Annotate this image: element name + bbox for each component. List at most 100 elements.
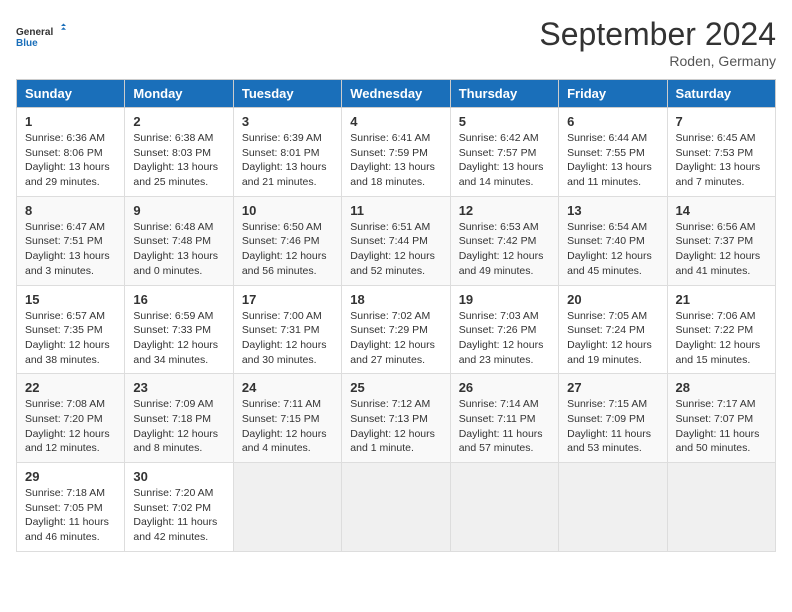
day-number: 25 (350, 380, 441, 395)
cell-detail: Sunset: 7:57 PM (459, 147, 537, 159)
calendar-header-row: SundayMondayTuesdayWednesdayThursdayFrid… (17, 80, 776, 108)
cell-detail: Sunset: 7:18 PM (133, 413, 211, 425)
day-number: 29 (25, 469, 116, 484)
cell-detail: Sunrise: 6:50 AM (242, 221, 322, 233)
column-header-friday: Friday (559, 80, 667, 108)
cell-detail: Sunrise: 6:41 AM (350, 132, 430, 144)
cell-detail: Daylight: 12 hours and 49 minutes. (459, 250, 544, 277)
day-number: 28 (676, 380, 767, 395)
cell-detail: Daylight: 12 hours and 34 minutes. (133, 339, 218, 366)
cell-detail: Sunset: 7:40 PM (567, 235, 645, 247)
cell-detail: Sunrise: 6:56 AM (676, 221, 756, 233)
day-number: 10 (242, 203, 333, 218)
calendar-cell: 30Sunrise: 7:20 AMSunset: 7:02 PMDayligh… (125, 463, 233, 552)
cell-detail: Sunrise: 7:08 AM (25, 398, 105, 410)
day-number: 23 (133, 380, 224, 395)
cell-detail: Sunset: 7:48 PM (133, 235, 211, 247)
calendar-cell: 11 Sunrise: 6:51 AM Sunset: 7:44 PM Dayligh… (342, 196, 450, 285)
cell-detail: Daylight: 12 hours and 52 minutes. (350, 250, 435, 277)
day-number: 8 (25, 203, 116, 218)
calendar-table: SundayMondayTuesdayWednesdayThursdayFrid… (16, 79, 776, 552)
cell-detail: Daylight: 12 hours and 30 minutes. (242, 339, 327, 366)
calendar-cell: 1Sunrise: 6:36 AMSunset: 8:06 PMDaylight… (17, 108, 125, 197)
cell-detail: Daylight: 12 hours and 45 minutes. (567, 250, 652, 277)
day-number: 24 (242, 380, 333, 395)
cell-detail: Sunset: 8:06 PM (25, 147, 103, 159)
day-number: 2 (133, 114, 224, 129)
day-number: 21 (676, 292, 767, 307)
cell-detail: Sunrise: 7:18 AM (25, 487, 105, 499)
cell-detail: Sunset: 7:15 PM (242, 413, 320, 425)
cell-detail: Sunrise: 7:11 AM (242, 398, 321, 410)
day-number: 20 (567, 292, 658, 307)
month-title: September 2024 (539, 16, 776, 53)
cell-detail: Sunset: 7:33 PM (133, 324, 211, 336)
calendar-cell: 14Sunrise: 6:56 AMSunset: 7:37 PMDayligh… (667, 196, 775, 285)
cell-detail: Sunrise: 7:15 AM (567, 398, 647, 410)
calendar-cell: 25Sunrise: 7:12 AMSunset: 7:13 PMDayligh… (342, 374, 450, 463)
cell-detail: Daylight: 11 hours and 50 minutes. (676, 428, 760, 455)
day-number: 1 (25, 114, 116, 129)
calendar-cell: 27Sunrise: 7:15 AMSunset: 7:09 PMDayligh… (559, 374, 667, 463)
cell-detail: Sunset: 7:02 PM (133, 502, 211, 514)
cell-detail: Sunrise: 7:20 AM (133, 487, 213, 499)
cell-detail: Sunrise: 7:02 AM (350, 310, 430, 322)
day-number: 11 (350, 203, 441, 218)
calendar-cell: 19Sunrise: 7:03 AMSunset: 7:26 PMDayligh… (450, 285, 558, 374)
cell-detail: Sunset: 7:51 PM (25, 235, 103, 247)
column-header-saturday: Saturday (667, 80, 775, 108)
column-header-sunday: Sunday (17, 80, 125, 108)
cell-detail: Sunset: 7:46 PM (242, 235, 320, 247)
day-number: 13 (567, 203, 658, 218)
calendar-cell: 16Sunrise: 6:59 AMSunset: 7:33 PMDayligh… (125, 285, 233, 374)
logo: General Blue (16, 16, 66, 56)
svg-text:Blue: Blue (16, 38, 38, 49)
calendar-cell: 5Sunrise: 6:42 AMSunset: 7:57 PMDaylight… (450, 108, 558, 197)
calendar-cell: 17Sunrise: 7:00 AMSunset: 7:31 PMDayligh… (233, 285, 341, 374)
cell-detail: Sunrise: 6:59 AM (133, 310, 213, 322)
calendar-cell: 15Sunrise: 6:57 AMSunset: 7:35 PMDayligh… (17, 285, 125, 374)
cell-detail: Sunset: 7:07 PM (676, 413, 754, 425)
calendar-cell: 7Sunrise: 6:45 AMSunset: 7:53 PMDaylight… (667, 108, 775, 197)
day-number: 7 (676, 114, 767, 129)
calendar-cell: 13 Sunrise: 6:54 AM Sunset: 7:40 PM Dayligh… (559, 196, 667, 285)
day-number: 15 (25, 292, 116, 307)
cell-detail: Sunrise: 6:57 AM (25, 310, 105, 322)
cell-detail: Sunrise: 6:47 AM (25, 221, 105, 233)
cell-detail: Sunrise: 6:38 AM (133, 132, 213, 144)
cell-detail: Sunset: 8:03 PM (133, 147, 211, 159)
calendar-cell: 10 Sunrise: 6:50 AM Sunset: 7:46 PM Dayligh… (233, 196, 341, 285)
cell-detail: Sunrise: 7:14 AM (459, 398, 539, 410)
day-number: 22 (25, 380, 116, 395)
cell-detail: Sunrise: 6:51 AM (350, 221, 430, 233)
day-number: 19 (459, 292, 550, 307)
calendar-cell: 20Sunrise: 7:05 AMSunset: 7:24 PMDayligh… (559, 285, 667, 374)
calendar-cell (450, 463, 558, 552)
cell-detail: Sunset: 7:05 PM (25, 502, 103, 514)
day-number: 9 (133, 203, 224, 218)
day-number: 18 (350, 292, 441, 307)
location: Roden, Germany (539, 53, 776, 69)
cell-detail: Daylight: 12 hours and 12 minutes. (25, 428, 110, 455)
cell-detail: Daylight: 12 hours and 1 minute. (350, 428, 435, 455)
cell-detail: Daylight: 13 hours and 3 minutes. (25, 250, 110, 277)
week-row-2: 8 Sunrise: 6:47 AM Sunset: 7:51 PM Daylight… (17, 196, 776, 285)
cell-detail: Sunset: 7:44 PM (350, 235, 428, 247)
logo-svg: General Blue (16, 16, 66, 56)
cell-detail: Sunset: 7:42 PM (459, 235, 537, 247)
calendar-cell: 22Sunrise: 7:08 AMSunset: 7:20 PMDayligh… (17, 374, 125, 463)
cell-detail: Daylight: 12 hours and 56 minutes. (242, 250, 327, 277)
day-number: 4 (350, 114, 441, 129)
day-number: 6 (567, 114, 658, 129)
cell-detail: Daylight: 13 hours and 11 minutes. (567, 161, 652, 188)
cell-detail: Sunrise: 6:54 AM (567, 221, 647, 233)
cell-detail: Daylight: 13 hours and 25 minutes. (133, 161, 218, 188)
cell-detail: Daylight: 13 hours and 21 minutes. (242, 161, 327, 188)
day-number: 14 (676, 203, 767, 218)
cell-detail: Sunset: 7:55 PM (567, 147, 645, 159)
week-row-4: 22Sunrise: 7:08 AMSunset: 7:20 PMDayligh… (17, 374, 776, 463)
cell-detail: Daylight: 13 hours and 29 minutes. (25, 161, 110, 188)
calendar-cell: 12Sunrise: 6:53 AMSunset: 7:42 PMDayligh… (450, 196, 558, 285)
day-number: 17 (242, 292, 333, 307)
cell-detail: Daylight: 13 hours and 18 minutes. (350, 161, 435, 188)
